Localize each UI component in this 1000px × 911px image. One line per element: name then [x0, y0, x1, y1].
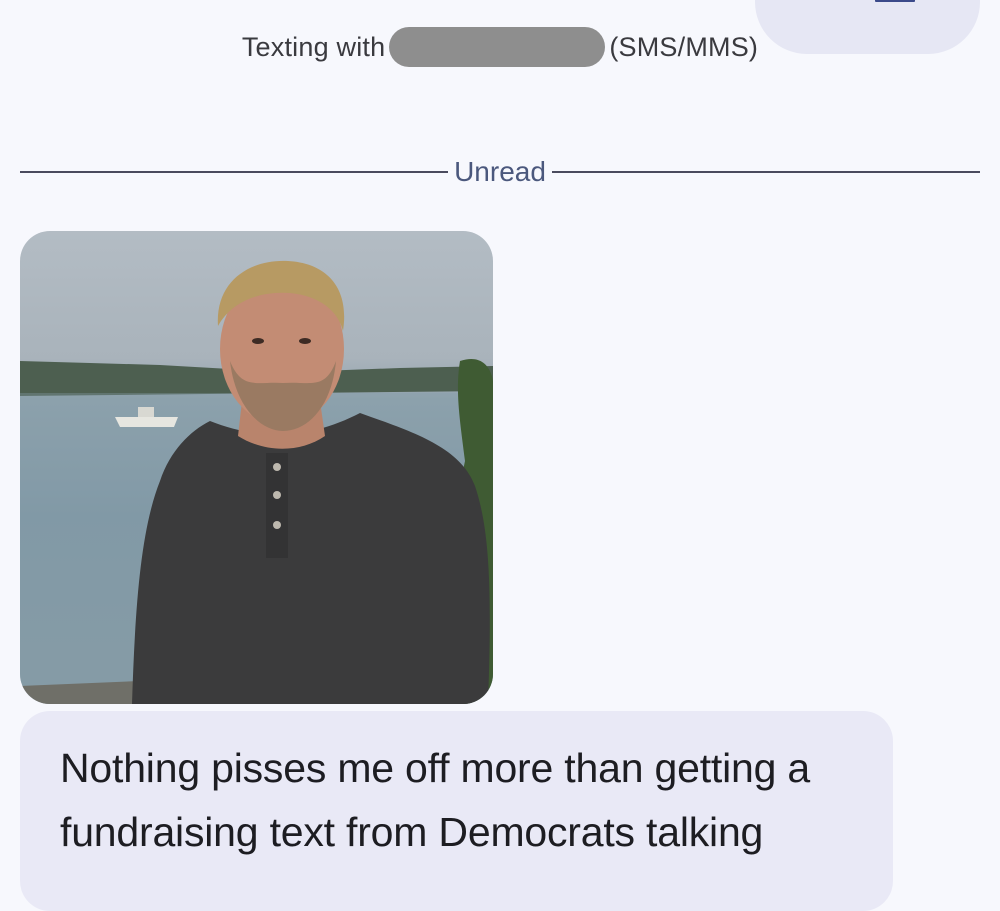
header-suffix: (SMS/MMS) — [609, 32, 759, 63]
photo-attachment — [20, 260, 493, 704]
redacted-contact-name — [389, 27, 606, 67]
header-prefix: Texting with — [241, 32, 386, 63]
unread-divider: Unread — [20, 150, 980, 194]
menu-icon — [875, 0, 915, 2]
image-message[interactable] — [20, 231, 493, 704]
incoming-message-bubble[interactable]: Nothing pisses me off more than getting … — [20, 711, 893, 911]
divider-line-left — [20, 171, 449, 173]
unread-label: Unread — [454, 156, 546, 187]
conversation-header: Texting with (SMS/MMS) — [0, 27, 1000, 71]
message-text: Nothing pisses me off more than getting … — [60, 745, 810, 855]
divider-line-right — [551, 171, 980, 173]
